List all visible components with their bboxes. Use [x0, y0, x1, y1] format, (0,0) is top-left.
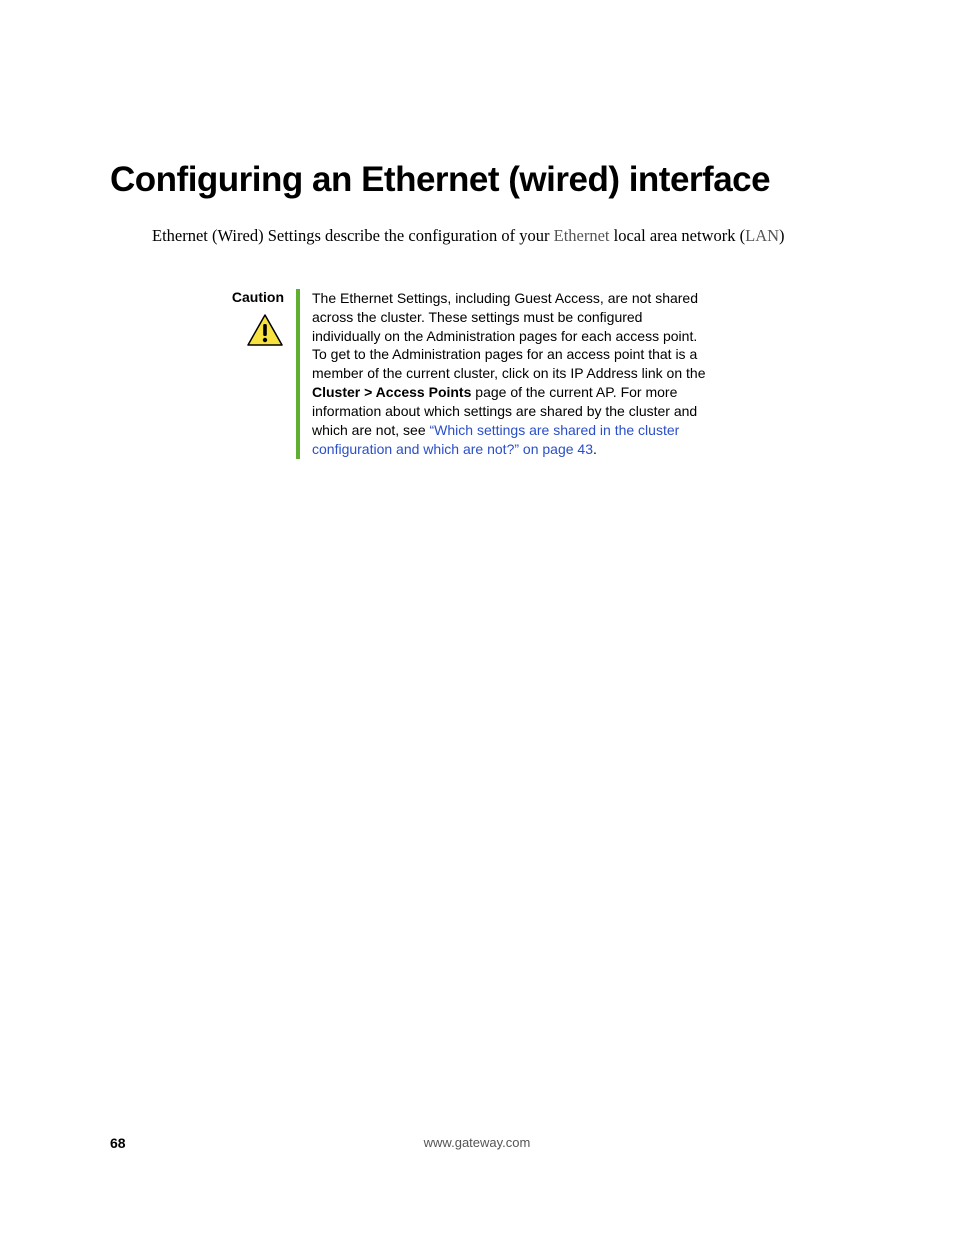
- caution-label: Caution: [210, 289, 284, 305]
- lan-glossary-link[interactable]: LAN: [745, 226, 779, 245]
- intro-text-2: local area network (: [610, 226, 746, 245]
- caution-icon: [246, 313, 284, 352]
- caution-block: Caution The Ethernet Settings, including…: [210, 289, 714, 459]
- document-page: Configuring an Ethernet (wired) interfac…: [0, 0, 954, 459]
- footer-url: www.gateway.com: [0, 1135, 954, 1150]
- intro-paragraph: Ethernet (Wired) Settings describe the c…: [152, 224, 844, 249]
- caution-bold-path: Cluster > Access Points: [312, 384, 471, 400]
- caution-left-column: Caution: [210, 289, 296, 459]
- caution-text-1: The Ethernet Settings, including Guest A…: [312, 290, 705, 382]
- intro-text-3: ): [779, 226, 785, 245]
- page-heading: Configuring an Ethernet (wired) interfac…: [110, 160, 844, 200]
- caution-text-3: .: [593, 441, 597, 457]
- ethernet-glossary-link[interactable]: Ethernet: [554, 226, 610, 245]
- caution-divider: [296, 289, 300, 459]
- caution-body: The Ethernet Settings, including Guest A…: [312, 289, 714, 459]
- intro-text-1: Ethernet (Wired) Settings describe the c…: [152, 226, 554, 245]
